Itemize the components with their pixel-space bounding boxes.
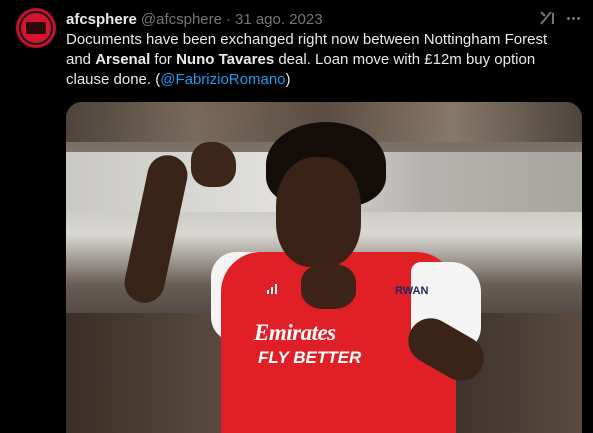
tweet-header: afcsphere @afcsphere · 31 ago. 2023 (66, 9, 533, 29)
tweet-text-part: for (150, 51, 177, 68)
author-handle[interactable]: @afcsphere (141, 11, 222, 28)
separator: · (225, 10, 231, 28)
jersey-sponsor: Emirates (254, 320, 336, 345)
jersey-sponsor-tagline: FLY BETTER (258, 348, 362, 367)
player-hand (191, 142, 236, 187)
crest-icon (26, 22, 46, 34)
player-head (276, 157, 361, 267)
tweet-text-bold: Nuno Tavares (176, 51, 275, 68)
more-icon[interactable] (564, 9, 582, 27)
avatar-badge (19, 11, 53, 45)
avatar[interactable] (16, 8, 56, 48)
tweet-text-part: ) (285, 71, 291, 88)
player-fist (301, 264, 356, 309)
sleeve-sponsor: RWAN (395, 285, 429, 297)
author-name[interactable]: afcsphere (66, 11, 137, 28)
tweet-media-photo[interactable]: Emirates FLY BETTER RWAN (66, 102, 582, 433)
mention-link[interactable]: @FabrizioRomano (160, 71, 285, 88)
tweet[interactable]: afcsphere @afcsphere · 31 ago. 2023 Docu… (0, 0, 593, 433)
adidas-logo-icon (267, 284, 277, 294)
tweet-text: Documents have been exchanged right now … (66, 30, 576, 90)
tweet-date[interactable]: 31 ago. 2023 (235, 11, 323, 28)
grok-icon[interactable] (538, 9, 556, 27)
tweet-text-bold: Arsenal (95, 51, 151, 68)
